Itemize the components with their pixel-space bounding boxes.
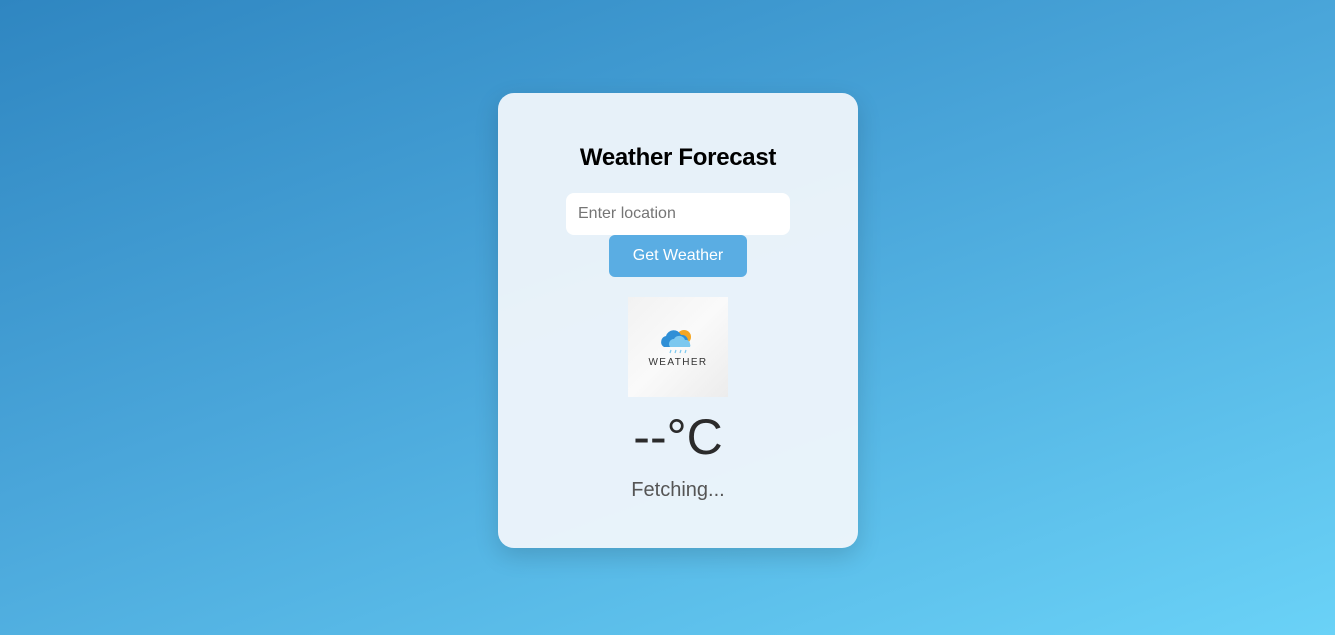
get-weather-button[interactable]: Get Weather bbox=[609, 235, 747, 277]
temperature-value: --°C bbox=[633, 409, 723, 465]
page-title: Weather Forecast bbox=[579, 144, 777, 171]
weather-image-label: WEATHER bbox=[648, 356, 708, 368]
weather-card: Weather Forecast Get Weather WEATHER --°… bbox=[498, 93, 858, 548]
cloud-sun-rain-icon bbox=[661, 329, 691, 353]
weather-image: WEATHER bbox=[628, 297, 728, 397]
location-input[interactable] bbox=[566, 193, 790, 235]
status-text: Fetching... bbox=[631, 479, 725, 501]
